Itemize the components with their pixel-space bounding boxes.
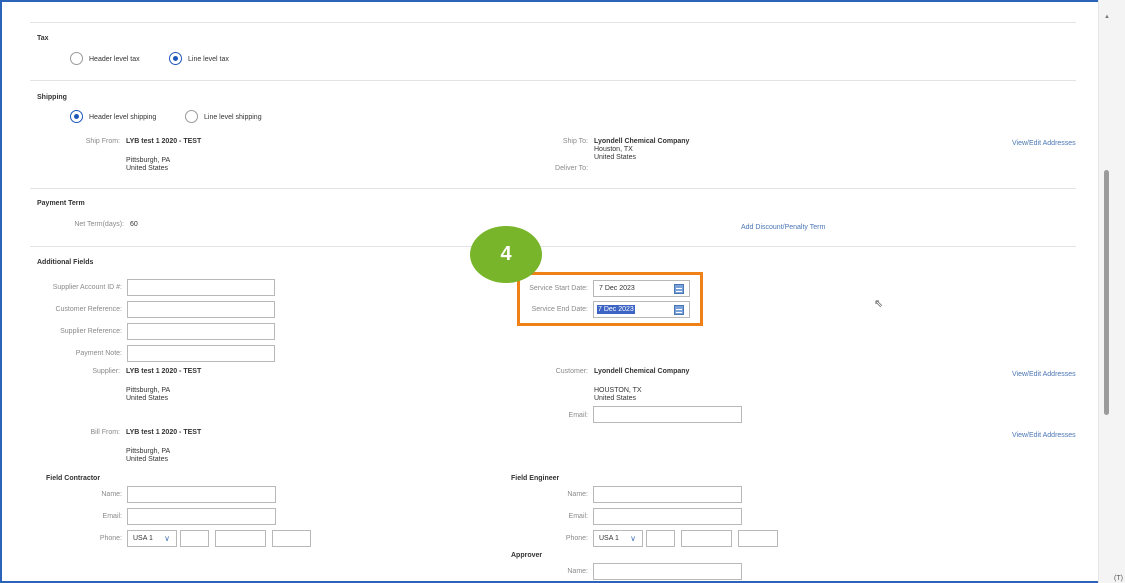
approver-title: Approver xyxy=(511,552,543,559)
supplier-city: Pittsburgh, PA xyxy=(126,387,171,394)
approver-name-label: Name: xyxy=(567,568,588,575)
engineer-phone-ext-input[interactable] xyxy=(738,530,778,547)
header-level-shipping-label: Header level shipping xyxy=(89,114,157,121)
chevron-down-icon: ∨ xyxy=(164,534,170,543)
payment-term-section-title: Payment Term xyxy=(37,200,85,207)
contractor-name-label: Name: xyxy=(101,491,122,498)
contractor-email-label: Email: xyxy=(102,513,122,520)
ship-from-name: LYB test 1 2020 - TEST xyxy=(126,138,202,145)
contractor-phone-ext-input[interactable] xyxy=(272,530,311,547)
vertical-scrollbar[interactable] xyxy=(1098,0,1125,583)
add-discount-penalty-link[interactable]: Add Discount/Penalty Term xyxy=(741,224,825,231)
contractor-email-input[interactable] xyxy=(127,508,276,525)
contractor-phone-label: Phone: xyxy=(99,535,122,542)
supplier-label: Supplier: xyxy=(92,368,120,375)
deliver-to-label: Deliver To: xyxy=(555,165,588,172)
approver-name-input[interactable] xyxy=(593,563,742,580)
line-level-shipping-label: Line level shipping xyxy=(204,114,262,121)
ship-to-country: United States xyxy=(594,154,637,161)
highlight-box xyxy=(517,272,703,326)
customer-reference-input[interactable] xyxy=(127,301,275,318)
customer-email-label: Email: xyxy=(568,412,588,419)
supplier-account-id-input[interactable] xyxy=(127,279,275,296)
engineer-phone-number-input[interactable] xyxy=(681,530,732,547)
contractor-phone-area-input[interactable] xyxy=(180,530,209,547)
bill-from-view-edit-addresses-link[interactable]: View/Edit Addresses xyxy=(1012,432,1076,439)
bill-from-city: Pittsburgh, PA xyxy=(126,448,171,455)
scrollbar-thumb[interactable] xyxy=(1104,170,1109,415)
ship-to-label: Ship To: xyxy=(562,138,588,145)
engineer-phone-label: Phone: xyxy=(565,535,588,542)
net-term-value: 60 xyxy=(130,221,138,228)
engineer-phone-country-select[interactable]: USA 1 ∨ xyxy=(593,530,643,547)
header-level-tax-label: Header level tax xyxy=(89,56,140,63)
supplier-view-edit-addresses-link[interactable]: View/Edit Addresses xyxy=(1012,371,1076,378)
customer-country: United States xyxy=(594,395,637,402)
supplier-country: United States xyxy=(126,395,169,402)
divider xyxy=(30,246,1076,247)
line-level-tax-radio[interactable] xyxy=(169,52,182,65)
contractor-phone-country-value: USA 1 xyxy=(133,535,153,542)
scroll-up-arrow-icon[interactable]: ▲ xyxy=(1104,14,1110,20)
step-badge: 4 xyxy=(470,226,542,283)
divider xyxy=(30,80,1076,81)
contractor-name-input[interactable] xyxy=(127,486,276,503)
customer-label: Customer: xyxy=(555,368,588,375)
contractor-phone-number-input[interactable] xyxy=(215,530,266,547)
payment-note-input[interactable] xyxy=(127,345,275,362)
additional-fields-section-title: Additional Fields xyxy=(37,259,94,266)
header-level-shipping-radio[interactable] xyxy=(70,110,83,123)
bill-from-label: Bill From: xyxy=(90,429,120,436)
divider xyxy=(30,188,1076,189)
engineer-name-input[interactable] xyxy=(593,486,742,503)
field-engineer-title: Field Engineer xyxy=(511,475,560,482)
divider xyxy=(30,22,1076,23)
supplier-reference-label: Supplier Reference: xyxy=(60,328,122,335)
chevron-down-icon: ∨ xyxy=(630,534,636,543)
engineer-name-label: Name: xyxy=(567,491,588,498)
engineer-email-input[interactable] xyxy=(593,508,742,525)
ship-from-city: Pittsburgh, PA xyxy=(126,157,171,164)
bill-from-name: LYB test 1 2020 - TEST xyxy=(126,429,202,436)
engineer-email-label: Email: xyxy=(568,513,588,520)
supplier-reference-input[interactable] xyxy=(127,323,275,340)
tax-section-title: Tax xyxy=(37,35,49,42)
corner-text: (T) xyxy=(1114,575,1123,582)
supplier-account-id-label: Supplier Account ID #: xyxy=(52,284,122,291)
field-contractor-title: Field Contractor xyxy=(46,475,101,482)
customer-name: Lyondell Chemical Company xyxy=(594,368,690,375)
ship-to-name: Lyondell Chemical Company xyxy=(594,138,690,145)
mouse-cursor-icon: ⇖ xyxy=(874,298,884,310)
supplier-name: LYB test 1 2020 - TEST xyxy=(126,368,202,375)
contractor-phone-country-select[interactable]: USA 1 ∨ xyxy=(127,530,177,547)
engineer-phone-country-value: USA 1 xyxy=(599,535,619,542)
line-level-shipping-radio[interactable] xyxy=(185,110,198,123)
ship-to-city: Houston, TX xyxy=(594,146,633,153)
net-term-label: Net Term(days): xyxy=(74,221,124,228)
bill-from-country: United States xyxy=(126,456,169,463)
engineer-phone-area-input[interactable] xyxy=(646,530,675,547)
customer-city: HOUSTON, TX xyxy=(594,387,642,394)
shipping-section-title: Shipping xyxy=(37,94,67,101)
shipping-view-edit-addresses-link[interactable]: View/Edit Addresses xyxy=(1012,140,1076,147)
line-level-tax-label: Line level tax xyxy=(188,56,229,63)
ship-from-label: Ship From: xyxy=(85,138,120,145)
customer-email-input[interactable] xyxy=(593,406,742,423)
header-level-tax-radio[interactable] xyxy=(70,52,83,65)
ship-from-country: United States xyxy=(126,165,169,172)
payment-note-label: Payment Note: xyxy=(75,350,122,357)
customer-reference-label: Customer Reference: xyxy=(55,306,122,313)
